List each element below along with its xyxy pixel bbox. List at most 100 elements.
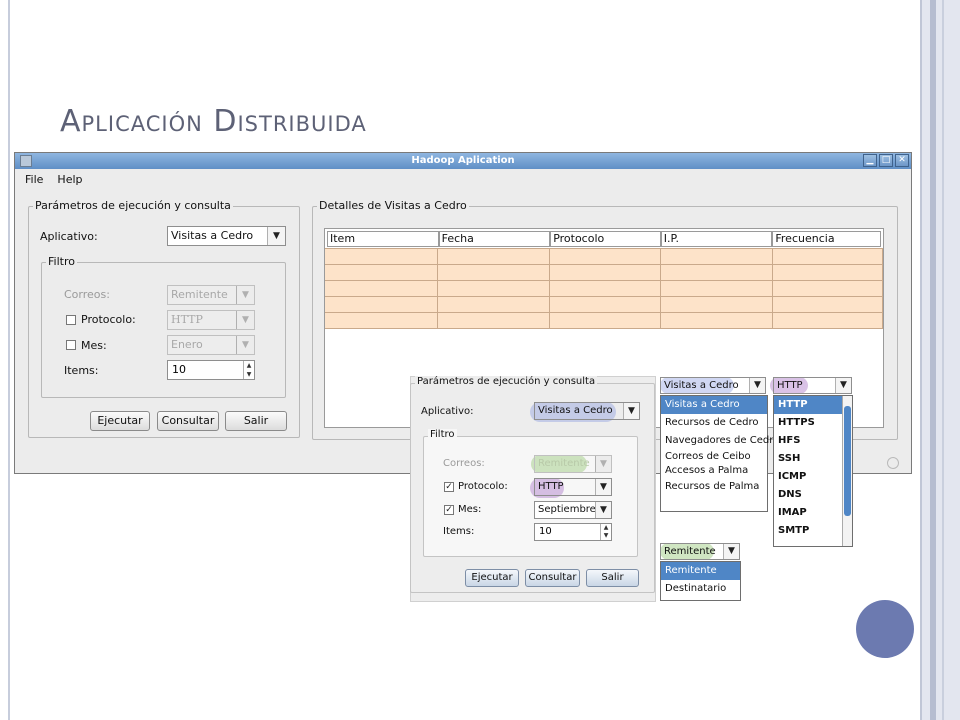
table-row[interactable] (325, 249, 883, 265)
table-row[interactable] (325, 297, 883, 313)
overlay-protocolo-value: HTTP (538, 481, 564, 492)
filtro-legend: Filtro (46, 255, 77, 268)
maximize-button[interactable]: □ (879, 154, 893, 167)
overlay-aplicativo-label: Aplicativo: (421, 406, 474, 417)
overlay-mes-value: Septiembre (538, 504, 596, 515)
chevron-down-icon: ▼ (236, 311, 254, 329)
menu-file[interactable]: File (25, 173, 43, 186)
mes-select[interactable]: Enero ▼ (167, 335, 255, 355)
minimize-button[interactable]: ▁ (863, 154, 877, 167)
overlay-salir-button[interactable]: Salir (586, 569, 639, 587)
app-icon (20, 155, 32, 167)
dropdown-option[interactable]: Accesos a Palma (661, 464, 767, 478)
menu-bar: File Help (15, 169, 911, 189)
slide-right-band (920, 0, 960, 720)
column-header-ip[interactable]: I.P. (660, 231, 773, 247)
column-header-protocolo[interactable]: Protocolo (550, 231, 661, 247)
menu-help[interactable]: Help (57, 173, 82, 186)
dropdown-option[interactable]: ICMP (774, 468, 852, 486)
overlay-protocolo-select[interactable]: HTTP ▼ (534, 478, 612, 496)
overlay-aplicativo-value: Visitas a Cedro (538, 405, 613, 416)
aplicativo-dropdown-list: Visitas a Cedro Recursos de Cedro Navega… (660, 395, 779, 512)
chevron-down-icon: ▼ (835, 378, 851, 393)
chevron-down-icon: ▼ (236, 336, 254, 354)
items-value: 10 (172, 363, 186, 376)
correos-dropdown-value: Remitente (664, 546, 716, 557)
details-legend: Detalles de Visitas a Cedro (317, 199, 469, 212)
scrollbar-thumb[interactable] (844, 406, 851, 516)
correos-select[interactable]: Remitente ▼ (167, 285, 255, 305)
dropdown-option[interactable]: SSH (774, 450, 852, 468)
dropdown-scrollbar[interactable] (842, 396, 852, 546)
dropdown-option[interactable]: IMAP (774, 504, 852, 522)
chevron-down-icon: ▼ (267, 227, 285, 245)
table-row[interactable] (325, 281, 883, 297)
params-legend: Parámetros de ejecución y consulta (33, 199, 233, 212)
protocolo-label: Protocolo: (81, 313, 136, 326)
items-spinner[interactable]: 10 ▲ ▼ (167, 360, 255, 380)
overlay-params-legend: Parámetros de ejecución y consulta (415, 376, 598, 387)
column-header-fecha[interactable]: Fecha (438, 231, 551, 247)
overlay-mes-checkbox[interactable]: ✓ (444, 505, 454, 515)
dropdown-option[interactable]: Recursos de Palma (661, 478, 767, 496)
dropdown-option[interactable]: Visitas a Cedro (661, 396, 767, 414)
dropdown-option[interactable]: Destinatario (661, 580, 740, 598)
dropdown-option[interactable]: Correos de Ceibo (661, 450, 767, 464)
consultar-button[interactable]: Consultar (157, 411, 219, 431)
dropdown-option[interactable]: Navegadores de Cedro (661, 432, 779, 450)
table-row[interactable] (325, 313, 883, 329)
correos-dropdown-select[interactable]: Remitente ▼ (660, 543, 740, 560)
dropdown-option[interactable]: HFS (774, 432, 852, 450)
salir-button[interactable]: Salir (225, 411, 287, 431)
overlay-correos-select[interactable]: Remitente ▼ (534, 455, 612, 473)
dropdown-option[interactable]: SMTP (774, 522, 852, 540)
overlay-aplicativo-select[interactable]: Visitas a Cedro ▼ (534, 402, 640, 420)
correos-dropdown-list: Remitente Destinatario (660, 561, 741, 601)
overlay-correos-value: Remitente (538, 458, 590, 469)
chevron-down-icon: ▼ (749, 378, 765, 393)
items-label: Items: (64, 364, 99, 377)
aplicativo-dropdown-select[interactable]: Visitas a Cedro ▼ (660, 377, 766, 394)
chevron-down-icon: ▼ (623, 403, 639, 419)
accent-circle (856, 600, 914, 658)
window-titlebar[interactable]: Hadoop Aplication ▁ □ ✕ (15, 153, 911, 169)
chevron-down-icon: ▼ (723, 544, 739, 559)
overlay-consultar-button[interactable]: Consultar (525, 569, 580, 587)
overlay-items-spinner[interactable]: 10 ▲ ▼ (534, 523, 612, 541)
correos-value: Remitente (171, 288, 228, 301)
chevron-down-icon: ▼ (236, 286, 254, 304)
overlay-items-value: 10 (539, 526, 552, 537)
overlay-mes-select[interactable]: Septiembre ▼ (534, 501, 612, 519)
overlay-ejecutar-button[interactable]: Ejecutar (465, 569, 519, 587)
chevron-down-icon: ▼ (595, 456, 611, 472)
dropdown-option[interactable]: DNS (774, 486, 852, 504)
table-header: Item Fecha Protocolo I.P. Frecuencia (325, 229, 883, 247)
dropdown-option[interactable]: HTTP (774, 396, 842, 414)
resize-grip-icon[interactable] (887, 457, 899, 469)
mes-label: Mes: (81, 339, 107, 352)
close-button[interactable]: ✕ (895, 154, 909, 167)
column-header-frecuencia[interactable]: Frecuencia (772, 231, 881, 247)
dropdown-option[interactable]: Remitente (661, 562, 740, 580)
column-header-item[interactable]: Item (327, 231, 439, 247)
chevron-down-icon: ▼ (595, 479, 611, 495)
dropdown-option[interactable]: Recursos de Cedro (661, 414, 767, 432)
table-row[interactable] (325, 265, 883, 281)
protocolo-select[interactable]: HTTP ▼ (167, 310, 255, 330)
dropdown-option[interactable]: HTTPS (774, 414, 852, 432)
aplicativo-select[interactable]: Visitas a Cedro ▼ (167, 226, 286, 246)
ejecutar-button[interactable]: Ejecutar (90, 411, 150, 431)
correos-label: Correos: (64, 288, 110, 301)
overlay-protocolo-label: Protocolo: (458, 481, 508, 492)
protocolo-checkbox[interactable] (66, 315, 76, 325)
mes-checkbox[interactable] (66, 340, 76, 350)
spinner-arrows-icon[interactable]: ▲ ▼ (600, 524, 611, 540)
overlay-protocolo-checkbox[interactable]: ✓ (444, 482, 454, 492)
protocolo-value: HTTP (171, 313, 203, 326)
mes-value: Enero (171, 338, 203, 351)
spinner-arrows-icon[interactable]: ▲ ▼ (243, 361, 254, 379)
slide-left-rule (8, 0, 10, 720)
overlay-correos-label: Correos: (443, 458, 485, 469)
protocolo-dropdown-value: HTTP (777, 380, 803, 391)
protocolo-dropdown-select[interactable]: HTTP ▼ (773, 377, 852, 394)
